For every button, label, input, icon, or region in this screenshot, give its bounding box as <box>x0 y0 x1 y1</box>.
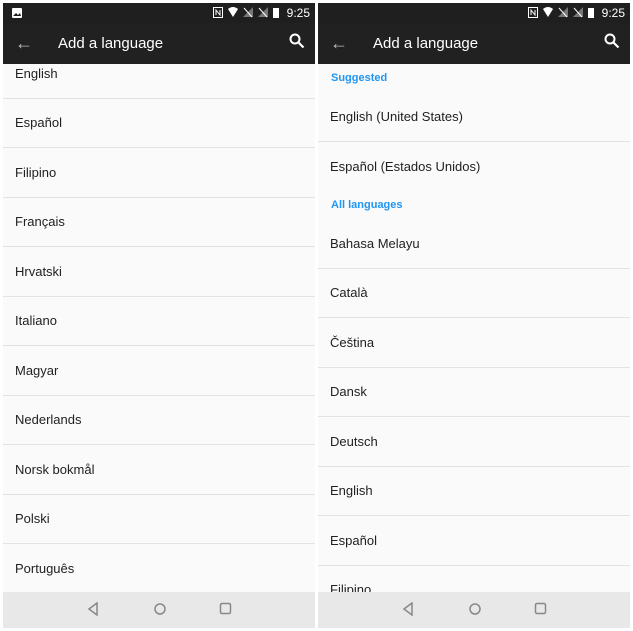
language-list[interactable]: English Español Filipino Français Hrvats… <box>3 64 315 592</box>
right-screen: 9:25 ← Add a language Suggested English … <box>318 3 630 628</box>
search-icon[interactable] <box>289 33 305 49</box>
no-signal-icon <box>573 7 583 18</box>
image-notification-icon <box>12 8 22 18</box>
list-item[interactable]: Norsk bokmål <box>3 445 315 495</box>
list-item[interactable]: Português <box>3 544 315 592</box>
page-title: Add a language <box>373 35 479 52</box>
list-item[interactable]: Polski <box>3 495 315 544</box>
battery-icon <box>273 8 279 18</box>
list-item[interactable]: Čeština <box>318 318 630 368</box>
back-nav-icon[interactable] <box>402 601 414 621</box>
list-item[interactable]: English (United States) <box>318 92 630 142</box>
language-list[interactable]: Suggested English (United States) Españo… <box>318 64 630 592</box>
suggested-header: Suggested <box>331 72 388 84</box>
page-title: Add a language <box>58 35 164 52</box>
nfc-icon <box>528 7 538 18</box>
wifi-icon <box>543 7 553 17</box>
list-item[interactable]: Filipino <box>3 148 315 198</box>
home-nav-icon[interactable] <box>468 602 482 621</box>
navigation-bar <box>3 592 315 628</box>
back-arrow-icon[interactable]: ← <box>15 33 33 54</box>
list-item[interactable]: Español <box>318 516 630 566</box>
back-arrow-icon[interactable]: ← <box>330 33 348 54</box>
search-icon[interactable] <box>604 33 620 49</box>
list-item[interactable]: Magyar <box>3 346 315 396</box>
list-item[interactable]: Italiano <box>3 297 315 346</box>
list-item[interactable]: Español (Estados Unidos) <box>318 142 630 192</box>
list-item[interactable]: Deutsch <box>318 417 630 467</box>
back-nav-icon[interactable] <box>87 601 99 621</box>
list-item[interactable]: Bahasa Melayu <box>318 219 630 269</box>
battery-icon <box>588 8 594 18</box>
status-bar: 9:25 <box>318 3 630 23</box>
list-item[interactable]: Español <box>3 99 315 148</box>
toolbar: ← Add a language <box>318 23 630 64</box>
clock: 9:25 <box>601 6 625 20</box>
navigation-bar <box>318 592 630 628</box>
all-languages-header: All languages <box>331 199 403 211</box>
status-bar: 9:25 <box>3 3 315 23</box>
list-item[interactable]: Dansk <box>318 368 630 417</box>
no-signal-icon <box>258 7 268 18</box>
list-item[interactable]: Nederlands <box>3 396 315 445</box>
list-item[interactable]: Català <box>318 269 630 318</box>
no-signal-icon <box>243 7 253 18</box>
left-screen: 9:25 ← Add a language English Español Fi… <box>3 3 315 628</box>
list-item[interactable]: Hrvatski <box>3 247 315 297</box>
wifi-icon <box>228 7 238 17</box>
list-item[interactable]: Français <box>3 198 315 247</box>
toolbar: ← Add a language <box>3 23 315 64</box>
home-nav-icon[interactable] <box>153 602 167 621</box>
list-item[interactable]: English <box>318 467 630 516</box>
recents-nav-icon[interactable] <box>219 602 233 621</box>
recents-nav-icon[interactable] <box>534 602 548 621</box>
clock: 9:25 <box>286 6 310 20</box>
list-item[interactable]: English <box>3 64 315 99</box>
no-signal-icon <box>558 7 568 18</box>
nfc-icon <box>213 7 223 18</box>
list-item[interactable]: Filipino <box>318 566 630 592</box>
